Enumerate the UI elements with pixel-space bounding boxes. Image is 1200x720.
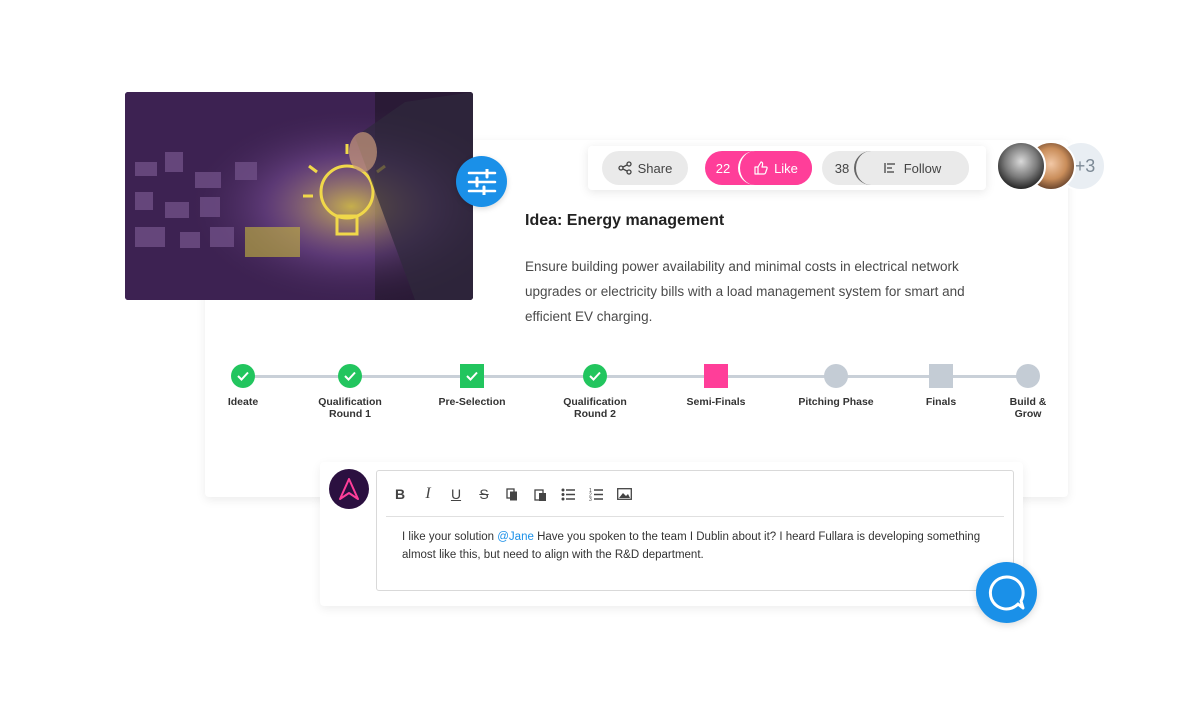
stage-node-pitching-phase[interactable] [824, 364, 848, 388]
paste-icon [533, 488, 546, 501]
comment-text[interactable]: I like your solution @Jane Have you spok… [402, 528, 992, 564]
follow-action[interactable]: Follow [854, 151, 969, 185]
check-icon [466, 371, 478, 381]
share-icon [617, 161, 632, 175]
check-icon [344, 371, 356, 381]
filter-button[interactable] [456, 156, 507, 207]
stage-node-qualification-1[interactable] [338, 364, 362, 388]
stage-label-semi-finals: Semi-Finals [686, 396, 746, 408]
brand-logo [329, 469, 369, 509]
follow-label: Follow [903, 160, 942, 176]
bullet-list-button[interactable] [554, 483, 582, 505]
chat-button[interactable] [976, 562, 1037, 623]
bold-button[interactable]: B [386, 483, 414, 505]
stage-label-qualification-2: Qualification Round 2 [563, 396, 627, 420]
stage-label-qualification-1: Qualification Round 1 [318, 396, 382, 420]
idea-image [125, 92, 473, 300]
stage-node-ideate[interactable] [231, 364, 255, 388]
check-icon [589, 371, 601, 381]
list-icon [884, 163, 895, 173]
thumbs-up-icon [754, 161, 768, 175]
stage-label-ideate: Ideate [227, 396, 259, 408]
chat-bubble-icon [988, 574, 1025, 610]
stage-label-build-grow: Build & Grow [1009, 396, 1047, 420]
stage-node-semi-finals[interactable] [704, 364, 728, 388]
like-button[interactable]: 22 Like [705, 151, 812, 185]
strikethrough-button[interactable]: S [470, 483, 498, 505]
like-action[interactable]: Like [738, 151, 812, 185]
check-icon [237, 371, 249, 381]
share-label: Share [637, 160, 673, 176]
numbered-list-button[interactable]: 123 [582, 483, 610, 505]
arrow-up-logo-icon [339, 478, 359, 500]
idea-description: Ensure building power availability and m… [525, 259, 965, 324]
avatar[interactable] [996, 141, 1046, 191]
sliders-icon [467, 168, 496, 195]
mention-link[interactable]: @Jane [497, 531, 534, 543]
stage-node-finals[interactable] [929, 364, 953, 388]
stage-node-build-grow[interactable] [1016, 364, 1040, 388]
svg-text:3: 3 [589, 497, 592, 501]
idea-title: Idea: Energy management [525, 212, 725, 229]
copy-button[interactable] [498, 483, 526, 505]
insert-image-button[interactable] [610, 483, 638, 505]
image-icon [616, 488, 632, 500]
paste-button[interactable] [526, 483, 554, 505]
bullet-list-icon [561, 488, 575, 500]
toolbar-divider [386, 516, 1004, 517]
numbered-list-icon: 123 [589, 488, 603, 501]
like-count: 22 [715, 160, 731, 176]
stage-label-pre-selection: Pre-Selection [438, 396, 506, 408]
share-button[interactable]: Share [602, 151, 688, 185]
more-followers-count: +3 [1074, 155, 1096, 176]
lightbulb-illustration [125, 92, 473, 300]
underline-button[interactable]: U [442, 483, 470, 505]
copy-icon [505, 487, 517, 500]
like-label: Like [774, 160, 798, 176]
stage-node-qualification-2[interactable] [583, 364, 607, 388]
editor-toolbar: B I U S 123 [386, 483, 638, 505]
stage-node-pre-selection[interactable] [460, 364, 484, 388]
stage-label-pitching-phase: Pitching Phase [798, 396, 874, 408]
follow-button[interactable]: 38 Follow [822, 151, 969, 185]
italic-button[interactable]: I [414, 483, 442, 505]
